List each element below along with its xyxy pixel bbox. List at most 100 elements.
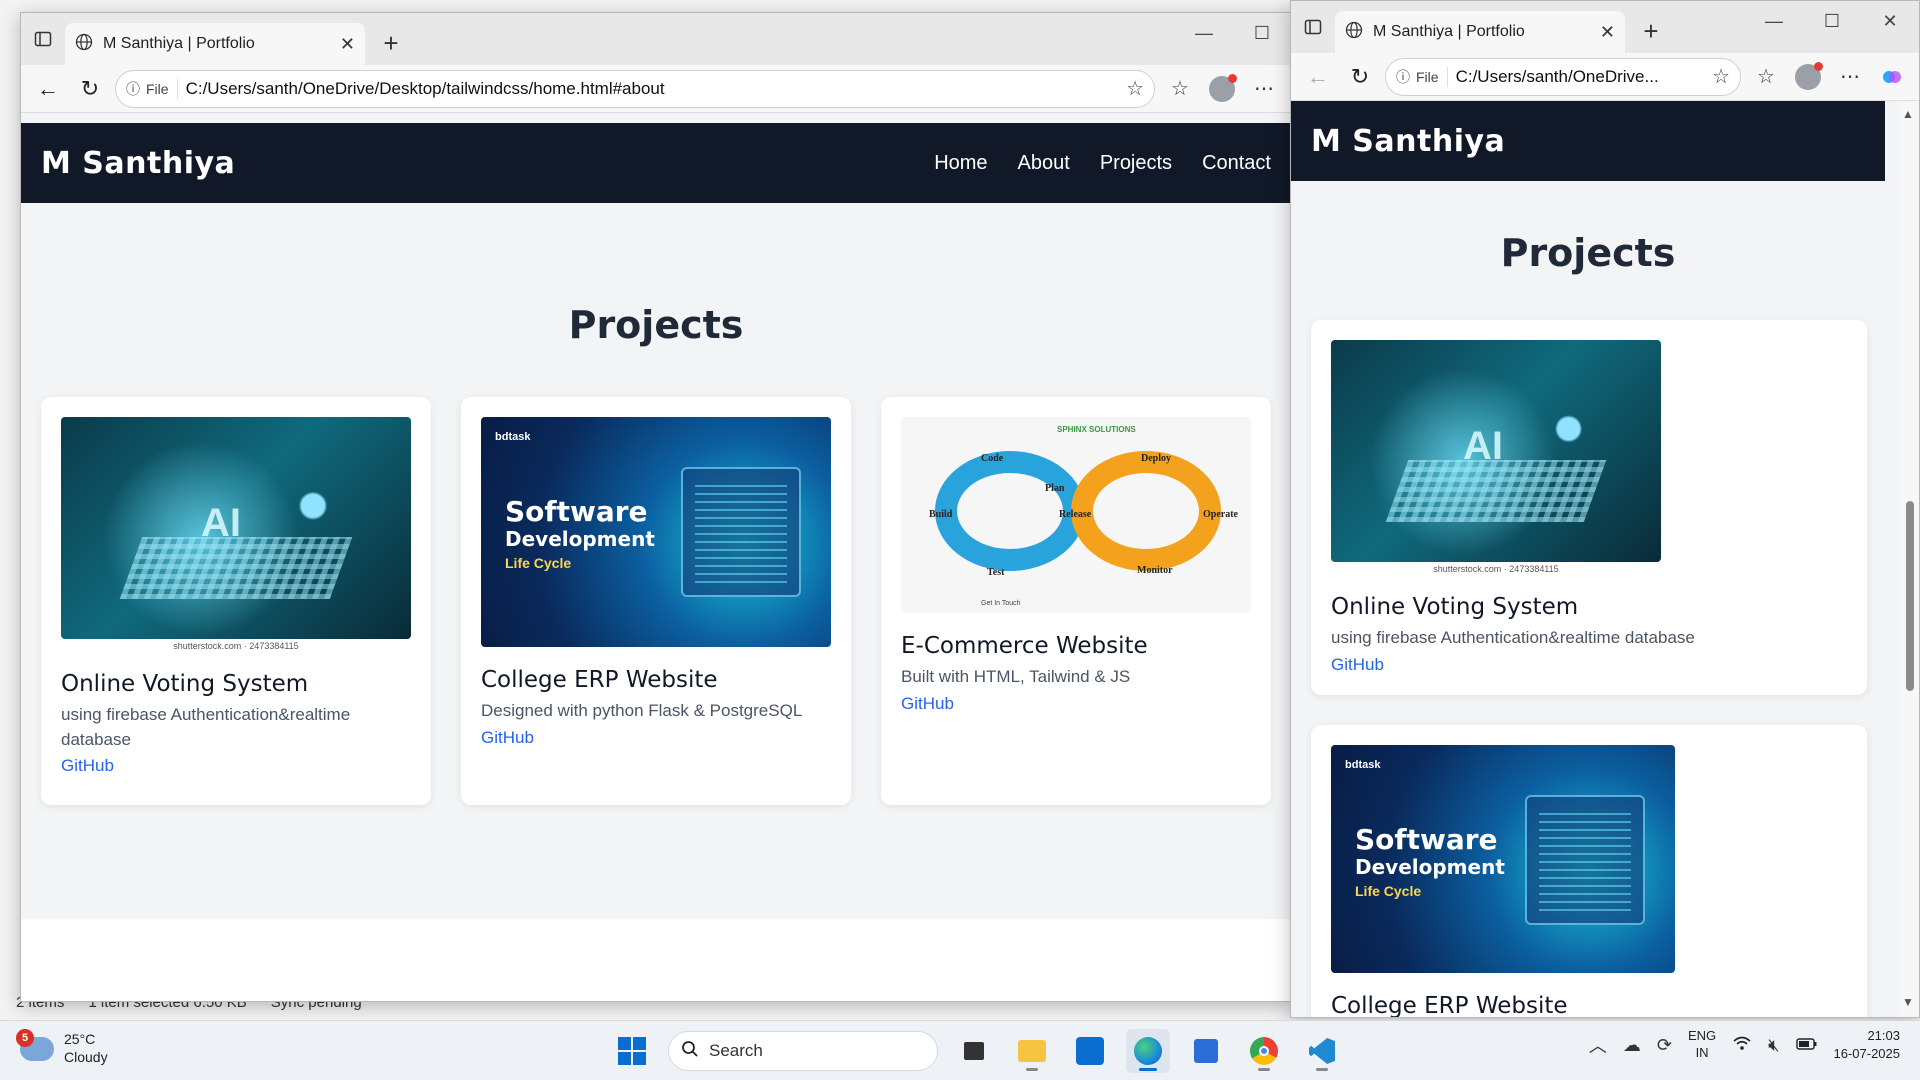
site-info-chip[interactable]: ⓘ File: [1396, 66, 1448, 87]
windows-taskbar: 5 25°C Cloudy Search ︿ ☁ ⟳ ENG IN 🔇︎ 21:…: [0, 1020, 1920, 1080]
nav-link-projects[interactable]: Projects: [1100, 152, 1172, 175]
close-tab-icon[interactable]: ✕: [340, 34, 355, 55]
bdtask-logo: bdtask: [1345, 758, 1381, 771]
lang-line-2: IN: [1695, 1045, 1709, 1061]
wifi-icon[interactable]: [1732, 1035, 1752, 1056]
start-button[interactable]: [610, 1029, 654, 1073]
image-heading-1: Software: [1355, 822, 1498, 856]
projects-section: Projects AI shutterstock.com · 247338411…: [1291, 231, 1885, 1017]
chevron-up-icon[interactable]: ︿: [1589, 1032, 1607, 1058]
battery-icon[interactable]: [1795, 1035, 1818, 1056]
weather-temp: 25°C: [64, 1031, 96, 1047]
refresh-icon[interactable]: ↻: [1343, 60, 1377, 94]
speaker-muted-icon[interactable]: 🔇︎: [1768, 1035, 1779, 1056]
new-tab-icon[interactable]: +: [371, 23, 411, 63]
project-title: Online Voting System: [61, 671, 309, 697]
favorite-star-icon[interactable]: ☆: [1712, 64, 1730, 89]
profile-avatar[interactable]: [1791, 60, 1825, 94]
vscode-icon[interactable]: [1300, 1029, 1344, 1073]
devops-label: Monitor: [1137, 565, 1173, 576]
tab-portfolio[interactable]: M Santhiya | Portfolio ✕: [65, 23, 365, 65]
refresh-icon[interactable]: ↻: [73, 72, 107, 106]
favorite-star-icon[interactable]: ☆: [1126, 76, 1144, 101]
file-explorer-icon[interactable]: [1010, 1029, 1054, 1073]
voting-project-image: AI: [61, 417, 411, 639]
info-icon: ⓘ: [1396, 68, 1410, 85]
devops-loop-right: [1071, 451, 1221, 571]
github-link[interactable]: GitHub: [481, 728, 534, 748]
avatar: [1795, 61, 1823, 90]
info-icon: ⓘ: [126, 80, 140, 97]
address-bar: ← ↻ ⓘ File C:/Users/santh/OneDrive... ☆ …: [1291, 53, 1919, 101]
search-placeholder: Search: [709, 1041, 763, 1060]
image-heading-3: Life Cycle: [1355, 882, 1422, 899]
cloud-sync-icon[interactable]: ☁: [1623, 1035, 1641, 1056]
more-menu-icon[interactable]: ⋯: [1833, 60, 1867, 94]
github-link[interactable]: GitHub: [61, 756, 114, 776]
project-description: Built with HTML, Tailwind & JS: [901, 667, 1131, 686]
task-view-icon[interactable]: [952, 1029, 996, 1073]
image-heading-2: Development: [505, 527, 655, 551]
section-title: Projects: [568, 303, 744, 347]
ai-graphic: AI: [1463, 424, 1503, 469]
favorites-icon[interactable]: ☆: [1163, 72, 1197, 106]
close-tab-icon[interactable]: ✕: [1600, 22, 1615, 43]
favorites-icon[interactable]: ☆: [1749, 60, 1783, 94]
weather-badge: 5: [16, 1028, 34, 1047]
address-bar: ← ↻ ⓘ File C:/Users/santh/OneDrive/Deskt…: [21, 65, 1291, 113]
back-arrow-icon[interactable]: ←: [1301, 60, 1335, 94]
scroll-thumb[interactable]: [1906, 501, 1914, 691]
language-indicator[interactable]: ENG IN: [1688, 1028, 1716, 1062]
minimize-icon[interactable]: —: [1175, 13, 1233, 53]
scroll-down-icon[interactable]: ▼: [1902, 995, 1914, 1009]
myhp-icon[interactable]: [1068, 1029, 1112, 1073]
github-link[interactable]: GitHub: [1331, 655, 1384, 675]
page-viewport: M Santhiya Home About Projects Contact P…: [21, 113, 1291, 1001]
voting-project-image: AI: [1331, 340, 1661, 562]
url-text[interactable]: C:/Users/santh/OneDrive/Desktop/tailwind…: [186, 79, 1119, 99]
site-info-chip[interactable]: ⓘ File: [126, 78, 178, 99]
taskbar-search[interactable]: Search: [668, 1031, 938, 1071]
search-icon: [681, 1040, 699, 1063]
devops-label: Deploy: [1141, 453, 1171, 464]
page-scrollbar[interactable]: ▲ ▼: [1899, 101, 1919, 1017]
screen-graphic: [681, 467, 801, 597]
profile-avatar[interactable]: [1205, 72, 1239, 106]
image-caption: shutterstock.com · 2473384115: [1433, 564, 1559, 574]
project-card-erp: bdtask Software Development Life Cycle C…: [1311, 724, 1867, 1017]
erp-project-image: bdtask Software Development Life Cycle: [1331, 744, 1675, 973]
new-tab-icon[interactable]: +: [1631, 11, 1671, 51]
close-window-icon[interactable]: ✕: [1861, 1, 1919, 41]
scroll-up-icon[interactable]: ▲: [1902, 107, 1914, 121]
maximize-icon[interactable]: ☐: [1803, 1, 1861, 41]
browser-window-right: M Santhiya | Portfolio ✕ + — ☐ ✕ ← ↻ ⓘ F…: [1290, 0, 1920, 1018]
edge-icon[interactable]: [1126, 1029, 1170, 1073]
back-arrow-icon[interactable]: ←: [31, 72, 65, 106]
tab-actions-icon[interactable]: [1291, 5, 1335, 49]
site-brand[interactable]: M Santhiya: [1311, 124, 1505, 159]
image-footer: Get In Touch: [981, 600, 1021, 607]
clock-date: 16-07-2025: [1833, 1046, 1901, 1062]
tab-actions-icon[interactable]: [21, 17, 65, 61]
update-icon[interactable]: ⟳: [1657, 1035, 1672, 1056]
maximize-icon[interactable]: ☐: [1233, 13, 1291, 53]
omnibox[interactable]: ⓘ File C:/Users/santh/OneDrive... ☆: [1385, 57, 1741, 96]
github-link[interactable]: GitHub: [901, 694, 954, 714]
more-menu-icon[interactable]: ⋯: [1247, 72, 1281, 106]
chrome-icon[interactable]: [1242, 1029, 1286, 1073]
minimize-icon[interactable]: —: [1745, 1, 1803, 41]
file-label: File: [146, 80, 169, 97]
nav-link-contact[interactable]: Contact: [1202, 152, 1271, 175]
store-icon[interactable]: [1184, 1029, 1228, 1073]
copilot-icon[interactable]: [1875, 60, 1909, 94]
nav-link-home[interactable]: Home: [934, 152, 987, 175]
omnibox[interactable]: ⓘ File C:/Users/santh/OneDrive/Desktop/t…: [115, 69, 1155, 108]
url-text[interactable]: C:/Users/santh/OneDrive...: [1456, 67, 1705, 87]
window-controls: — ☐: [1175, 13, 1291, 53]
weather-widget[interactable]: 5 25°C Cloudy: [16, 1028, 108, 1066]
nav-link-about[interactable]: About: [1018, 152, 1070, 175]
tab-portfolio[interactable]: M Santhiya | Portfolio ✕: [1335, 11, 1625, 53]
site-brand[interactable]: M Santhiya: [41, 146, 235, 181]
tab-title: M Santhiya | Portfolio: [103, 35, 255, 52]
clock[interactable]: 21:03 16-07-2025: [1834, 1027, 1901, 1063]
